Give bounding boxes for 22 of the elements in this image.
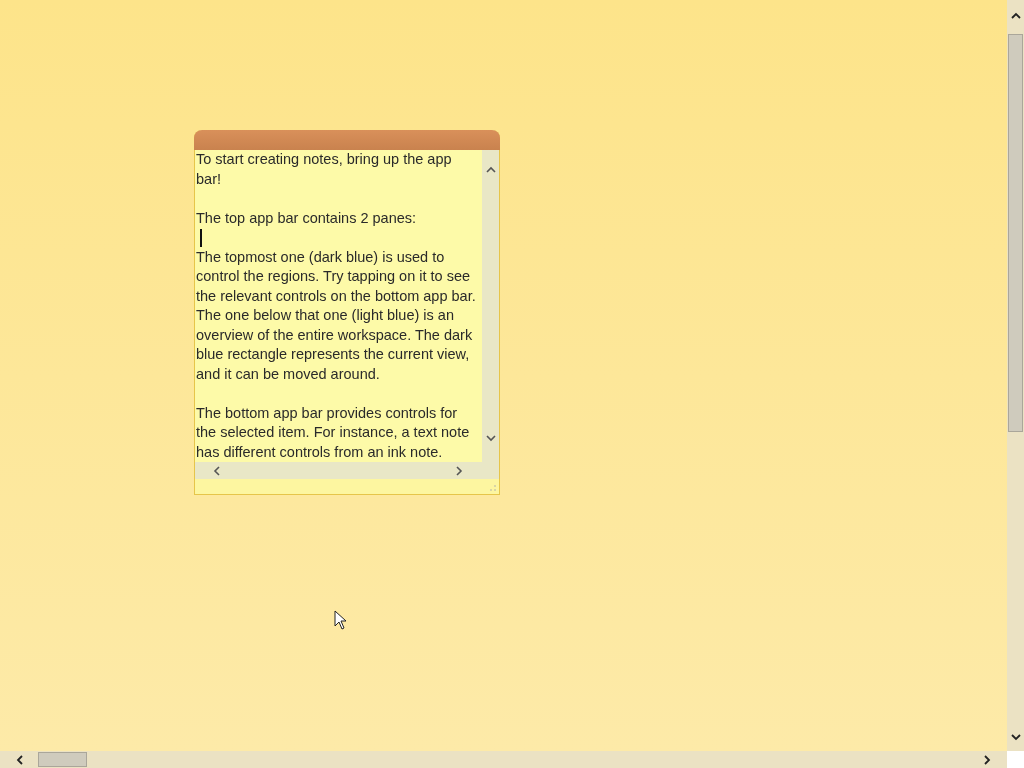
note-text: The top app bar contains 2 panes: (196, 208, 418, 228)
scroll-right-icon[interactable] (983, 753, 991, 766)
scroll-left-icon[interactable] (213, 464, 221, 477)
page-horizontal-scrollbar[interactable] (0, 751, 1007, 768)
page-vertical-scrollbar[interactable] (1007, 0, 1024, 751)
scrollbar-thumb[interactable] (1008, 34, 1023, 432)
scroll-down-icon[interactable] (484, 434, 497, 442)
note-text: To start creating notes, bring up the app bar! (196, 150, 453, 189)
scroll-right-icon[interactable] (455, 464, 463, 477)
scroll-up-icon[interactable] (484, 166, 497, 174)
resize-grip-icon[interactable] (489, 484, 497, 492)
scroll-up-icon[interactable] (1009, 12, 1022, 20)
scroll-down-icon[interactable] (1009, 733, 1022, 741)
scrollbar-thumb[interactable] (38, 752, 87, 767)
note-text: The bottom app bar provides controls for the selected item. For instance, a text note has different controls from an ink note. (196, 403, 471, 462)
note-horizontal-scrollbar[interactable] (195, 462, 499, 479)
note-text: The topmost one (dark blue) is used to control the regions. Try tapping on it to see the relevant controls on the bottom app bar. (196, 247, 477, 306)
scroll-left-icon[interactable] (16, 753, 24, 766)
text-cursor (200, 229, 202, 247)
note-text: The one below that one (light blue) is an overview of the entire workspace. The dark blue rectangle represents the current view, and it can be moved around. (196, 306, 474, 384)
note-vertical-scrollbar[interactable] (482, 150, 499, 462)
mouse-pointer-icon (334, 610, 348, 630)
